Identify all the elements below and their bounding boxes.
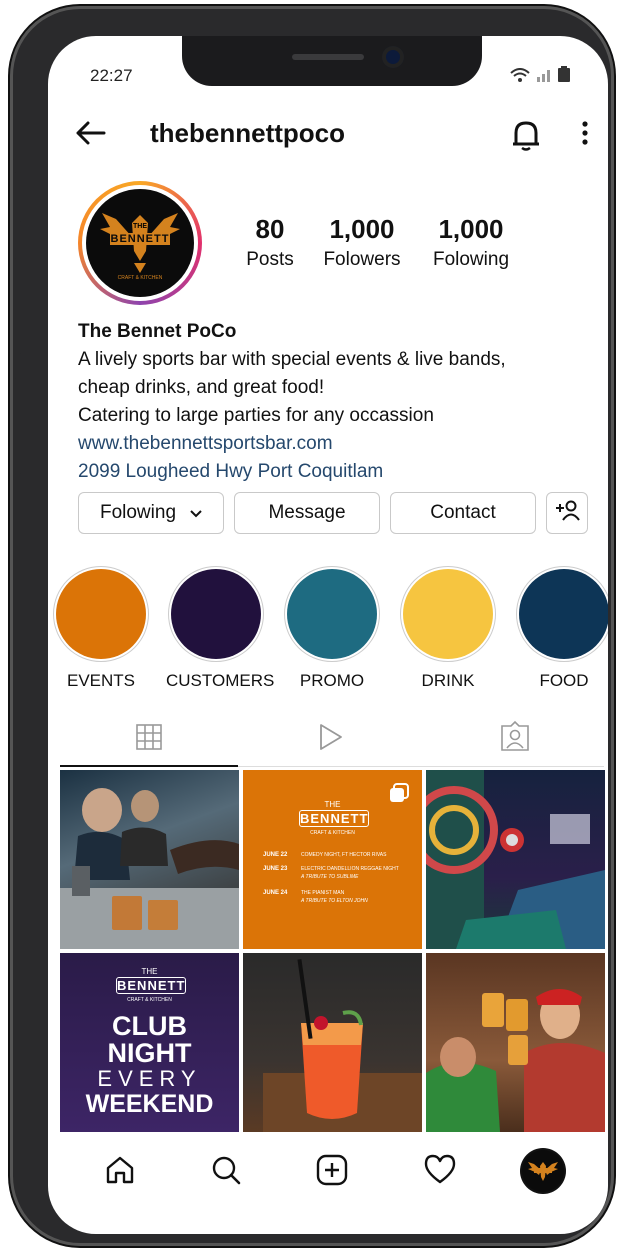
highlight-label: EVENTS (66, 671, 136, 690)
contact-button[interactable]: Contact (390, 492, 536, 534)
home-icon[interactable] (104, 1154, 136, 1191)
notch (182, 36, 482, 86)
avatar: THE BENNETT CRAFT & KITCHEN (82, 185, 198, 301)
avatar-logo-name: BENNETT (110, 233, 170, 245)
profile-name: The Bennet PoCo (78, 321, 237, 342)
highlight-label: CUSTOMERS (166, 671, 275, 690)
followers-count: 1,000 (329, 214, 395, 244)
highlight-food[interactable]: FOOD (514, 569, 608, 691)
highlight-circle (287, 569, 377, 659)
event-date: JUNE 22 (263, 852, 288, 858)
bio-line: A lively sports bar with special events … (78, 349, 506, 370)
active-tab-indicator (60, 765, 238, 767)
signal-icon (536, 69, 558, 85)
highlight-promo[interactable]: PROMO (282, 569, 382, 691)
highlight-circle (171, 569, 261, 659)
profile-username: thebennettpoco (150, 118, 345, 148)
profile-tabs (60, 714, 604, 767)
notification-bell-icon[interactable] (510, 118, 542, 157)
highlight-customers[interactable]: CUSTOMERS (166, 569, 275, 691)
new-post-icon[interactable] (316, 1154, 348, 1191)
posts-label: Posts (246, 249, 294, 270)
event-title: THE PIANIST MAN (301, 890, 345, 896)
search-icon[interactable] (210, 1154, 242, 1191)
post-club-night[interactable]: THE BENNETT CRAFT & KITCHEN CLUB NIGHT E… (60, 953, 239, 1132)
screen: 22:27 thebennettpoco THE BENNETT CRAFT &… (48, 36, 608, 1234)
highlight-label: PROMO (299, 671, 365, 690)
highlight-circle (56, 569, 146, 659)
bottom-nav (48, 1146, 608, 1206)
battery-icon (558, 66, 570, 85)
events-logo-sub: CRAFT & KITCHEN (310, 830, 355, 836)
reels-tab-icon[interactable] (318, 722, 344, 757)
events-logo-the: THE (324, 800, 341, 809)
tagged-tab-icon[interactable] (500, 720, 530, 757)
post-events-schedule[interactable]: THE BENNETT CRAFT & KITCHEN JUNE 22 COME… (243, 770, 422, 949)
following-button-label: Folowing (99, 502, 177, 523)
highlight-label: DRINK (421, 671, 475, 690)
club-title-line: EVERY (97, 1066, 202, 1091)
highlight-drink[interactable]: DRINK (398, 569, 498, 691)
avatar-logo-sub: CRAFT & KITCHEN (117, 275, 163, 281)
volume-down-button (13, 378, 23, 474)
event-subtitle: A TRIBUTE TO ELTON JOHN (301, 898, 368, 904)
grid-tab-icon[interactable] (136, 724, 162, 755)
highlight-circle (519, 569, 608, 659)
address-link[interactable]: 2099 Lougheed Hwy Port Coquitlam (78, 458, 588, 486)
event-date: JUNE 24 (263, 890, 288, 896)
bio-line: cheap drinks, and great food! (78, 377, 325, 398)
club-title-line: CLUB (112, 1011, 187, 1041)
post-cheers[interactable] (426, 953, 605, 1132)
bennett-logo: THE BENNETT CRAFT & KITCHEN (86, 189, 194, 297)
more-options-icon[interactable] (580, 118, 590, 154)
event-date: JUNE 23 (263, 866, 288, 872)
mute-switch (13, 172, 23, 222)
avatar-logo-the: THE (133, 223, 147, 230)
camera (382, 46, 404, 68)
profile-bio: The Bennet PoCo A lively sports bar with… (78, 318, 588, 486)
wifi-icon (510, 68, 536, 85)
club-title-line: WEEKEND (85, 1090, 214, 1118)
following-label: Folowing (432, 249, 510, 270)
following-button[interactable]: Folowing (78, 492, 224, 534)
followers-label: Folowers (323, 249, 401, 270)
event-subtitle: A TRIBUTE TO SUBLIME (301, 874, 359, 880)
highlight-label: FOOD (539, 671, 589, 690)
following-count: 1,000 (438, 214, 504, 244)
phone-frame: 22:27 thebennettpoco THE BENNETT CRAFT &… (10, 6, 614, 1246)
speaker (292, 54, 364, 60)
profile-header: thebennettpoco (48, 116, 608, 156)
avatar-story-ring[interactable]: THE BENNETT CRAFT & KITCHEN (78, 181, 202, 305)
status-icons (510, 66, 570, 85)
posts-stat[interactable]: 80 Posts (238, 214, 302, 271)
suggested-people-button[interactable] (546, 492, 588, 534)
highlight-circle (403, 569, 493, 659)
club-logo-the: THE (141, 967, 158, 976)
following-stat[interactable]: 1,000 Folowing (426, 214, 516, 271)
event-title: COMEDY NIGHT, FT HECTOR RIVAS (301, 852, 387, 858)
chevron-down-icon (190, 502, 202, 524)
status-time: 22:27 (90, 66, 133, 85)
bio-line: Catering to large parties for any occass… (78, 405, 434, 426)
website-link[interactable]: www.thebennettsportsbar.com (78, 430, 588, 458)
posts-count: 80 (255, 214, 285, 244)
club-logo-sub: CRAFT & KITCHEN (127, 997, 172, 1003)
back-arrow-icon[interactable] (74, 116, 108, 157)
post-cocktail[interactable] (243, 953, 422, 1132)
profile-avatar-icon[interactable] (522, 1150, 564, 1192)
post-games-room[interactable] (426, 770, 605, 949)
club-title-line: NIGHT (107, 1038, 192, 1068)
add-person-icon (554, 499, 580, 527)
event-title: ELECTRIC DANDELLION REGGAE NIGHT (301, 866, 399, 872)
club-logo-name: BENNETT (116, 977, 186, 994)
followers-stat[interactable]: 1,000 Folowers (316, 214, 408, 271)
posts-grid: THE BENNETT CRAFT & KITCHEN JUNE 22 COME… (60, 770, 606, 1132)
post-bartender[interactable] (60, 770, 239, 949)
highlight-events[interactable]: EVENTS (51, 569, 151, 691)
events-logo-name: BENNETT (299, 810, 369, 827)
heart-icon[interactable] (424, 1154, 456, 1189)
message-button[interactable]: Message (234, 492, 380, 534)
volume-up-button (13, 258, 23, 354)
